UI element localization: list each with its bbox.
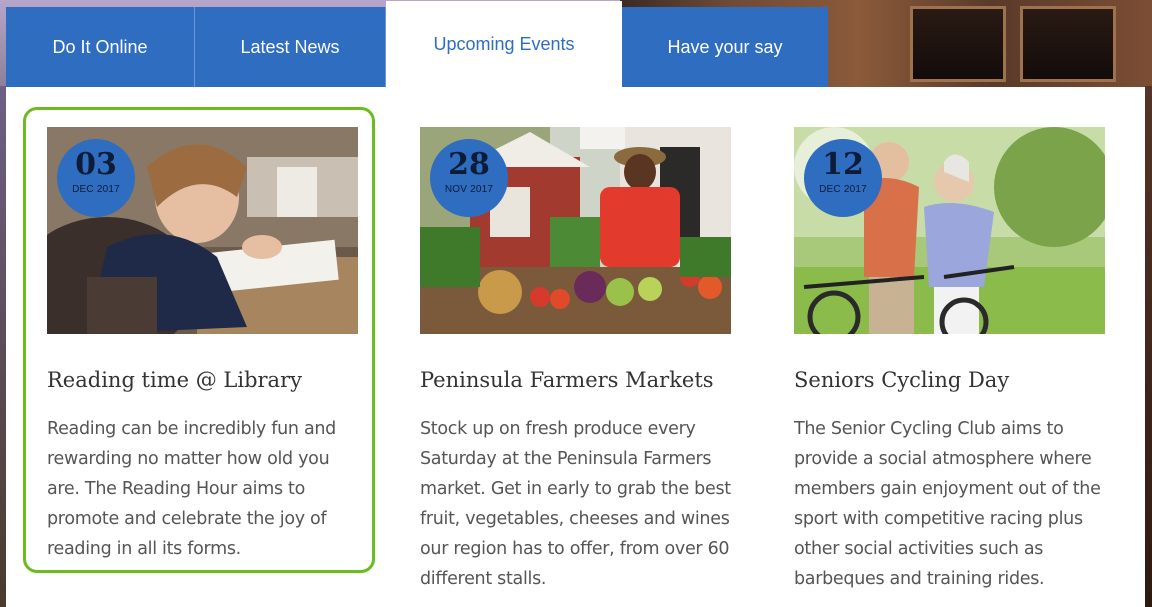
- tab-bar: Do It Online Latest News Upcoming Events…: [6, 1, 828, 87]
- date-day: 28: [448, 147, 490, 182]
- event-description: The Senior Cycling Club aims to provide …: [794, 419, 1101, 589]
- tab-upcoming-events[interactable]: Upcoming Events: [386, 1, 622, 87]
- tab-latest-news[interactable]: Latest News: [195, 7, 386, 87]
- event-card-seniors-cycling[interactable]: 12 DEC 2017 Seniors Cycling Day The Seni…: [794, 107, 1146, 589]
- event-description: Stock up on fresh produce every Saturday…: [420, 419, 731, 589]
- date-month: NOV 2017: [444, 184, 494, 195]
- events-panel: 03 DEC 2017 Reading time @ Library Readi…: [6, 87, 1145, 607]
- event-description: Reading can be incredibly fun and reward…: [47, 419, 336, 559]
- event-photo-seniors-cycling[interactable]: 12 DEC 2017: [794, 127, 1105, 334]
- date-badge: 03 DEC 2017: [57, 139, 135, 217]
- tab-have-your-say[interactable]: Have your say: [622, 7, 828, 87]
- date-badge: 12 DEC 2017: [804, 139, 882, 217]
- date-day: 12: [822, 147, 864, 182]
- date-badge: 28 NOV 2017: [430, 139, 508, 217]
- event-photo-farmers-market[interactable]: 28 NOV 2017: [420, 127, 731, 334]
- event-title[interactable]: Reading time @ Library: [47, 368, 302, 392]
- date-day: 03: [75, 147, 117, 182]
- event-card-reading-time[interactable]: 03 DEC 2017 Reading time @ Library Readi…: [23, 107, 375, 573]
- date-month: DEC 2017: [72, 184, 120, 195]
- tab-do-it-online[interactable]: Do It Online: [6, 7, 195, 87]
- event-card-farmers-markets[interactable]: 28 NOV 2017 Peninsula Farmers Markets St…: [420, 107, 772, 589]
- date-month: DEC 2017: [819, 184, 867, 195]
- event-title[interactable]: Peninsula Farmers Markets: [420, 368, 714, 392]
- event-title[interactable]: Seniors Cycling Day: [794, 368, 1009, 392]
- event-photo-girl-reading[interactable]: 03 DEC 2017: [47, 127, 358, 334]
